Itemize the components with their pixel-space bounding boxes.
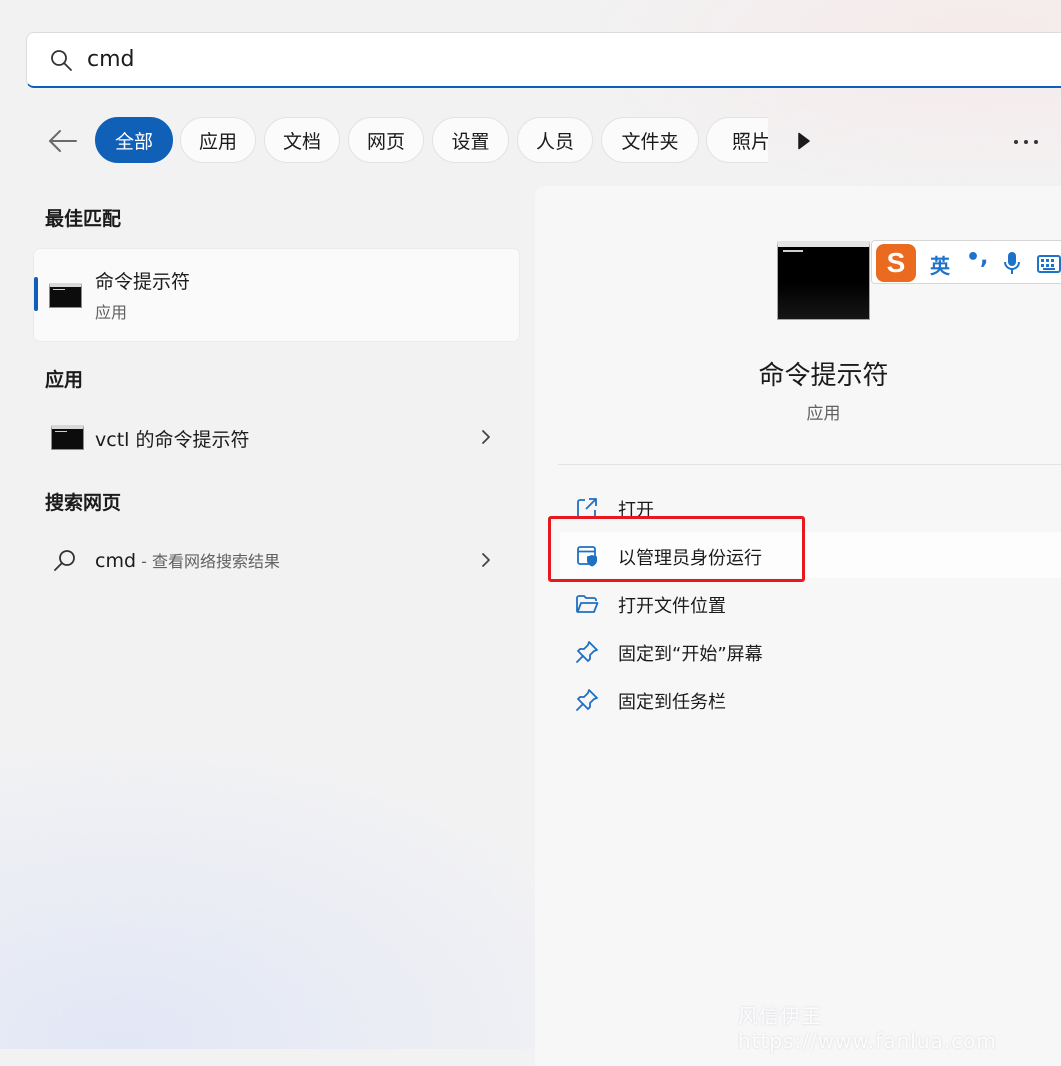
selection-indicator <box>34 277 38 311</box>
action-label: 固定到任务栏 <box>618 692 726 713</box>
folder-icon <box>576 595 599 613</box>
best-match-heading: 最佳匹配 <box>45 208 122 230</box>
highlight-box <box>548 516 805 582</box>
ime-punctuation-toggle[interactable]: •, <box>966 245 988 270</box>
action-label: 固定到“开始”屏幕 <box>618 644 763 665</box>
sogou-logo-icon[interactable]: S <box>876 244 916 282</box>
action-pin-to-start[interactable]: 固定到“开始”屏幕 <box>560 628 1061 674</box>
search-box[interactable] <box>26 32 1061 88</box>
app-result-item[interactable]: vctl 的命令提示符 <box>34 411 519 463</box>
microphone-icon[interactable] <box>1002 251 1022 275</box>
filter-people[interactable]: 人员 <box>517 117 593 163</box>
back-arrow-icon[interactable] <box>46 124 80 158</box>
more-options-icon[interactable] <box>1012 137 1040 147</box>
chevron-right-icon <box>482 430 490 444</box>
watermark-text: 风信伊王 https://www.fanlua.com <box>738 1004 997 1053</box>
filter-settings[interactable]: 设置 <box>432 117 509 163</box>
command-prompt-icon <box>49 283 82 308</box>
web-search-query: cmd <box>95 550 137 572</box>
filter-chips: 全部 应用 文档 网页 设置 人员 文件夹 照片 <box>95 117 768 165</box>
filter-folders[interactable]: 文件夹 <box>601 117 699 163</box>
action-label: 打开文件位置 <box>618 596 726 617</box>
play-icon[interactable] <box>797 132 811 150</box>
action-pin-to-taskbar[interactable]: 固定到任务栏 <box>560 676 1061 722</box>
best-match-title: 命令提示符 <box>95 271 191 293</box>
filter-photos[interactable]: 照片 <box>706 117 768 163</box>
filter-documents[interactable]: 文档 <box>264 117 340 163</box>
filter-web[interactable]: 网页 <box>348 117 424 163</box>
pin-icon <box>576 641 598 663</box>
divider <box>558 464 1061 465</box>
search-icon <box>54 550 75 571</box>
web-search-heading: 搜索网页 <box>45 492 122 514</box>
filter-apps[interactable]: 应用 <box>180 117 256 163</box>
app-result-label: vctl 的命令提示符 <box>95 429 250 451</box>
keyboard-icon[interactable] <box>1037 255 1061 273</box>
pin-icon <box>576 689 598 711</box>
web-search-item[interactable]: cmd - 查看网络搜索结果 <box>34 534 519 586</box>
ime-language-toggle[interactable]: 英 <box>930 250 950 279</box>
detail-subtitle: 应用 <box>806 404 841 424</box>
chevron-right-icon <box>482 553 490 567</box>
best-match-item[interactable]: 命令提示符 应用 <box>34 249 519 341</box>
command-prompt-icon <box>51 425 84 450</box>
detail-title: 命令提示符 <box>758 361 889 391</box>
best-match-subtitle: 应用 <box>95 303 128 322</box>
filter-all[interactable]: 全部 <box>95 117 173 163</box>
action-open-file-location[interactable]: 打开文件位置 <box>560 580 1061 626</box>
search-icon <box>51 49 72 71</box>
web-search-description: - 查看网络搜索结果 <box>136 552 280 571</box>
search-input[interactable] <box>87 47 687 72</box>
web-search-label: cmd - 查看网络搜索结果 <box>95 548 280 572</box>
command-prompt-large-icon <box>777 241 870 320</box>
ime-toolbar[interactable]: S 英 •, <box>871 240 1061 284</box>
apps-heading: 应用 <box>45 369 84 391</box>
